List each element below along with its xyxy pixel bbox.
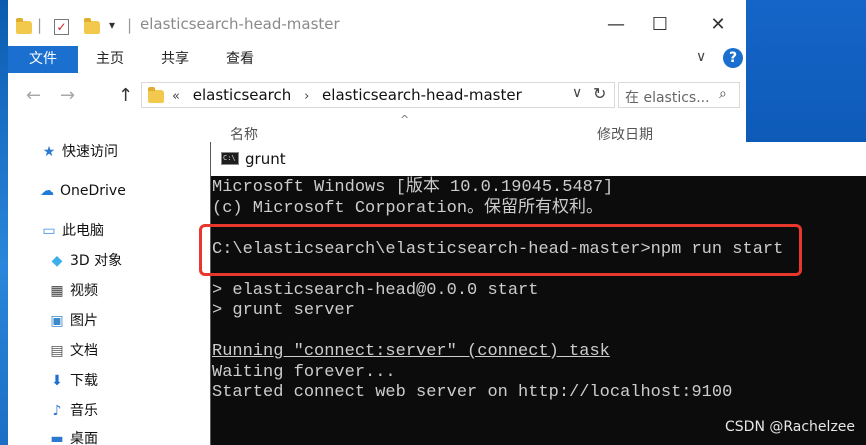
computer-icon: ▭ [42, 223, 56, 239]
up-arrow-icon[interactable]: ↑ [118, 85, 133, 106]
quick-access-dropdown-icon[interactable]: ▾ [109, 14, 115, 36]
explorer-titlebar[interactable]: | ✓ ▾ | elasticsearch-head-master — ☐ ✕ [8, 0, 746, 46]
column-date-modified[interactable]: 修改日期 [597, 124, 653, 144]
console-titlebar[interactable]: C:\ grunt [211, 142, 866, 176]
console-line: > grunt server [212, 301, 355, 320]
expand-ribbon-icon[interactable]: ∨ [696, 49, 706, 65]
tab-share[interactable]: 共享 [161, 46, 189, 73]
window-title: elasticsearch-head-master [140, 15, 340, 33]
nav-item-onedrive[interactable]: ☁ OneDrive [38, 180, 126, 202]
nav-item-desktop[interactable]: ▬ 桌面 [48, 428, 98, 445]
nav-item-music[interactable]: ♪ 音乐 [48, 400, 98, 422]
maximize-button[interactable]: ☐ [638, 10, 682, 40]
console-window[interactable]: C:\ grunt Microsoft Windows [版本 10.0.190… [210, 142, 866, 445]
tab-home[interactable]: 主页 [96, 46, 124, 73]
refresh-icon[interactable]: ↻ [593, 84, 606, 103]
navigation-pane: ★ 快速访问 ☁ OneDrive ▭ 此电脑 ◆ 3D 对象 ▦ 视频 ▣ 图片 ▤ 文档 … [8, 130, 208, 445]
breadcrumb-separator[interactable]: › [304, 89, 309, 104]
nav-item-this-pc[interactable]: ▭ 此电脑 [40, 220, 104, 242]
cloud-icon: ☁ [40, 183, 54, 199]
breadcrumb-head-master[interactable]: elasticsearch-head-master [322, 86, 522, 104]
overflow-chevron-icon[interactable]: « [172, 89, 180, 104]
console-line: Started connect web server on http://loc… [212, 383, 733, 402]
forward-arrow-icon[interactable]: → [60, 85, 75, 106]
watermark: CSDN @Rachelzee [725, 419, 856, 435]
tab-file[interactable]: 文件 [8, 46, 78, 73]
navigation-bar: ← → ↑ « elasticsearch › elasticsearch-he… [8, 73, 746, 119]
column-name[interactable]: 名称 [230, 124, 258, 144]
back-arrow-icon[interactable]: ← [26, 85, 41, 106]
desktop-icon: ▬ [50, 431, 64, 445]
separator: | [127, 16, 133, 34]
sort-ascending-icon: ^ [400, 113, 410, 126]
separator: | [37, 16, 43, 34]
desktop-background-right [746, 0, 866, 145]
star-icon: ★ [42, 144, 56, 160]
document-icon: ▤ [50, 343, 64, 359]
console-line: Microsoft Windows [版本 10.0.19045.5487] [212, 178, 614, 197]
search-box[interactable]: 在 elastics... ⌕ [618, 82, 740, 108]
address-bar[interactable]: « elasticsearch › elasticsearch-head-mas… [141, 82, 615, 108]
command-prompt-icon: C:\ [221, 152, 239, 165]
console-line: Running "connect:server" (connect) task [212, 342, 610, 361]
nav-item-pictures[interactable]: ▣ 图片 [48, 310, 98, 332]
ribbon-tabs: 文件 主页 共享 查看 ∨ ? [8, 46, 746, 73]
help-icon[interactable]: ? [723, 48, 743, 68]
search-input[interactable]: 在 elastics... [625, 87, 710, 107]
image-icon: ▣ [50, 313, 64, 329]
console-line: Waiting forever... [212, 362, 396, 382]
console-title: grunt [245, 150, 286, 168]
file-list-header: ^ 名称 修改日期 [206, 113, 746, 144]
nav-item-documents[interactable]: ▤ 文档 [48, 340, 98, 362]
nav-item-downloads[interactable]: ⬇ 下载 [48, 370, 98, 392]
nav-item-quick-access[interactable]: ★ 快速访问 [40, 141, 118, 163]
cube-icon: ◆ [51, 253, 63, 269]
highlight-annotation-box [199, 224, 802, 276]
breadcrumb-elasticsearch[interactable]: elasticsearch [193, 86, 292, 104]
nav-item-3d-objects[interactable]: ◆ 3D 对象 [48, 250, 123, 272]
console-line: > elasticsearch-head@0.0.0 start [212, 280, 539, 300]
console-line: (c) Microsoft Corporation。保留所有权利。 [212, 198, 604, 218]
address-dropdown-icon[interactable]: ∨ [572, 85, 582, 101]
download-icon: ⬇ [51, 373, 63, 389]
close-button[interactable]: ✕ [696, 10, 740, 40]
search-icon[interactable]: ⌕ [719, 86, 727, 102]
nav-item-videos[interactable]: ▦ 视频 [48, 280, 98, 302]
folder-icon [16, 18, 32, 40]
folder-icon [148, 87, 164, 103]
film-icon: ▦ [50, 283, 64, 299]
console-output[interactable]: Microsoft Windows [版本 10.0.19045.5487] (… [212, 178, 866, 445]
minimize-button[interactable]: — [594, 10, 638, 40]
new-folder-icon[interactable] [84, 18, 100, 40]
music-icon: ♪ [52, 403, 62, 419]
tab-view[interactable]: 查看 [226, 46, 254, 73]
properties-icon[interactable]: ✓ [54, 15, 69, 37]
desktop-background [0, 0, 8, 445]
